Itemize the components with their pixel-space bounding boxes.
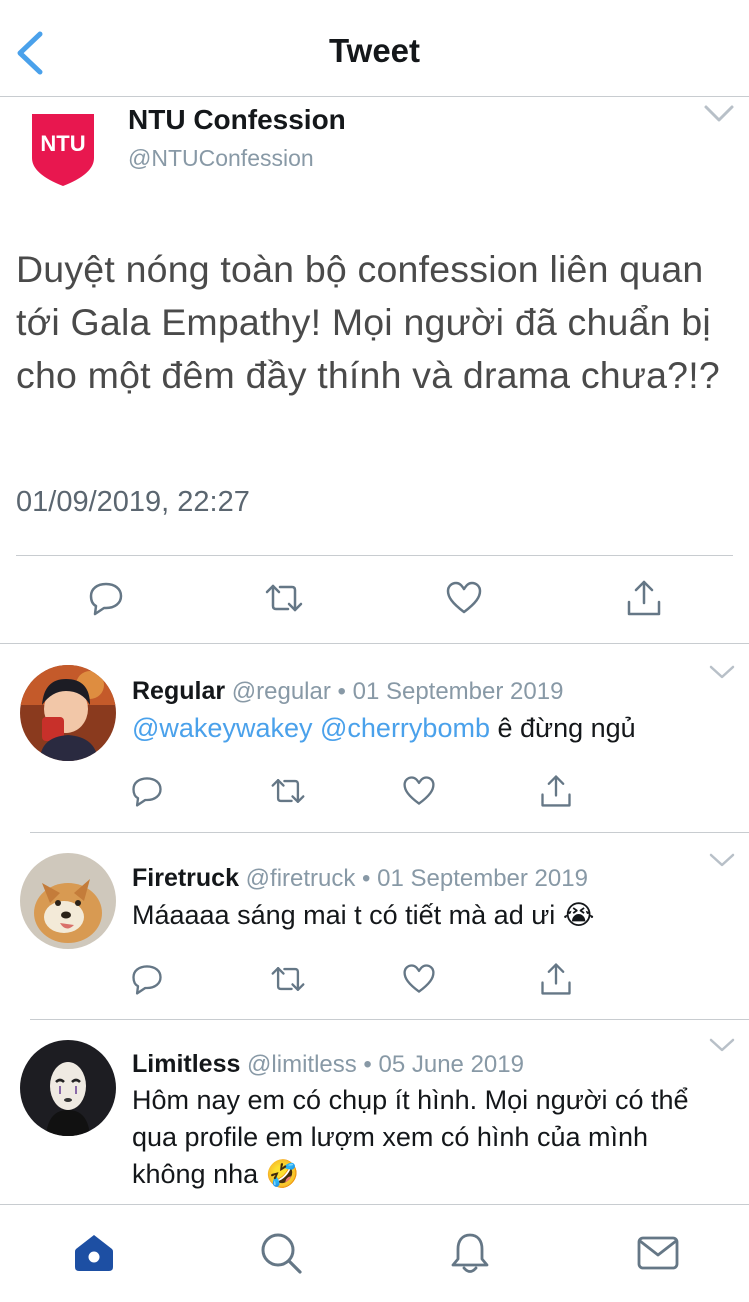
tweet-timestamp: 01/09/2019, 22:27 xyxy=(16,486,250,518)
reply-icon xyxy=(89,582,123,616)
reply-actions xyxy=(0,773,749,813)
reply-handle[interactable]: @firetruck xyxy=(246,865,356,892)
reply-item[interactable]: Limitless @limitless • 05 June 2019 Hôm … xyxy=(0,1020,749,1204)
reply-item[interactable]: Regular @regular • 01 September 2019 @wa… xyxy=(0,645,749,833)
chevron-down-icon xyxy=(709,1038,735,1052)
share-button[interactable] xyxy=(624,578,664,618)
mention-link[interactable]: @wakeywakey xyxy=(132,713,312,743)
page-title: Tweet xyxy=(328,32,421,69)
like-icon xyxy=(403,776,435,805)
tweet-actions xyxy=(0,578,749,622)
reply-item[interactable]: Firetruck @firetruck • 01 September 2019… xyxy=(0,833,749,1019)
laughing-emoji: 🤣 xyxy=(265,1159,300,1189)
messages-icon xyxy=(637,1236,679,1270)
reply-body: Máaaaa sáng mai t có tiết mà ad ưi xyxy=(132,900,556,930)
reply-date: 01 September 2019 xyxy=(377,865,588,892)
reply-options-button[interactable] xyxy=(709,1038,735,1052)
avatar[interactable] xyxy=(20,665,116,761)
reply-header: Regular @regular • 01 September 2019 xyxy=(132,677,563,706)
reply-author-name[interactable]: Firetruck xyxy=(132,864,239,892)
like-icon xyxy=(446,581,482,614)
reply-author-name[interactable]: Limitless xyxy=(132,1050,240,1078)
retweet-button[interactable] xyxy=(270,961,306,997)
reply-header: Limitless @limitless • 05 June 2019 xyxy=(132,1050,524,1079)
retweet-button[interactable] xyxy=(264,578,304,618)
reply-text: Máaaaa sáng mai t có tiết mà ad ưi 😭 xyxy=(132,897,722,934)
chevron-down-icon xyxy=(709,665,735,679)
like-icon xyxy=(403,964,435,993)
tab-notifications[interactable] xyxy=(448,1231,492,1275)
reply-body: ê đừng ngủ xyxy=(489,713,636,743)
retweet-icon xyxy=(271,779,305,803)
top-bar: Tweet xyxy=(0,0,749,97)
divider xyxy=(16,555,733,556)
tab-messages[interactable] xyxy=(636,1231,680,1275)
chevron-down-icon xyxy=(709,853,735,867)
crying-emoji: 😭 xyxy=(562,900,595,930)
logo-text: NTU xyxy=(40,131,85,156)
chevron-down-icon xyxy=(704,105,734,122)
share-icon xyxy=(541,775,571,807)
reply-options-button[interactable] xyxy=(709,853,735,867)
reply-text: Hôm nay em có chụp ít hình. Mọi người có… xyxy=(132,1082,722,1193)
reply-button[interactable] xyxy=(129,773,165,809)
main-tweet: NTU NTU Confession @NTUConfession Duyệt … xyxy=(0,98,749,644)
reply-actions xyxy=(0,961,749,1001)
share-button[interactable] xyxy=(538,773,574,809)
reply-text: @wakeywakey @cherrybomb ê đừng ngủ xyxy=(132,710,722,747)
reply-header: Firetruck @firetruck • 01 September 2019 xyxy=(132,864,588,893)
ntu-logo[interactable]: NTU xyxy=(30,112,96,188)
home-icon xyxy=(75,1235,113,1271)
reply-author-name[interactable]: Regular xyxy=(132,677,225,705)
meta-separator: • xyxy=(363,1051,372,1078)
tweet-options-button[interactable] xyxy=(703,104,735,124)
notifications-icon xyxy=(451,1233,489,1273)
retweet-icon xyxy=(271,967,305,991)
search-icon xyxy=(261,1233,302,1274)
bottom-tab-bar xyxy=(0,1204,749,1302)
share-icon xyxy=(541,963,571,995)
avatar[interactable] xyxy=(20,853,116,949)
author-handle[interactable]: @NTUConfession xyxy=(128,145,314,172)
like-button[interactable] xyxy=(401,961,437,997)
reply-icon xyxy=(132,777,162,807)
like-button[interactable] xyxy=(444,578,484,618)
reply-body: Hôm nay em có chụp ít hình. Mọi người có… xyxy=(132,1085,689,1189)
retweet-button[interactable] xyxy=(270,773,306,809)
mention-link[interactable]: @cherrybomb xyxy=(320,713,490,743)
meta-separator: • xyxy=(337,678,346,705)
tab-home[interactable] xyxy=(72,1231,116,1275)
share-button[interactable] xyxy=(538,961,574,997)
retweet-icon xyxy=(265,584,303,612)
reply-handle[interactable]: @limitless xyxy=(247,1051,357,1078)
reply-options-button[interactable] xyxy=(709,665,735,679)
reply-button[interactable] xyxy=(86,578,126,618)
reply-icon xyxy=(132,965,162,995)
tweet-text: Duyệt nóng toàn bộ confession liên quan … xyxy=(16,248,720,396)
reply-handle[interactable]: @regular xyxy=(232,678,331,705)
like-button[interactable] xyxy=(401,773,437,809)
share-icon xyxy=(627,580,661,616)
reply-button[interactable] xyxy=(129,961,165,997)
avatar[interactable] xyxy=(20,1040,116,1136)
reply-date: 05 June 2019 xyxy=(378,1051,524,1078)
author-name[interactable]: NTU Confession xyxy=(128,104,346,136)
reply-date: 01 September 2019 xyxy=(352,678,564,705)
tab-search[interactable] xyxy=(259,1231,303,1275)
meta-separator: • xyxy=(362,865,371,892)
